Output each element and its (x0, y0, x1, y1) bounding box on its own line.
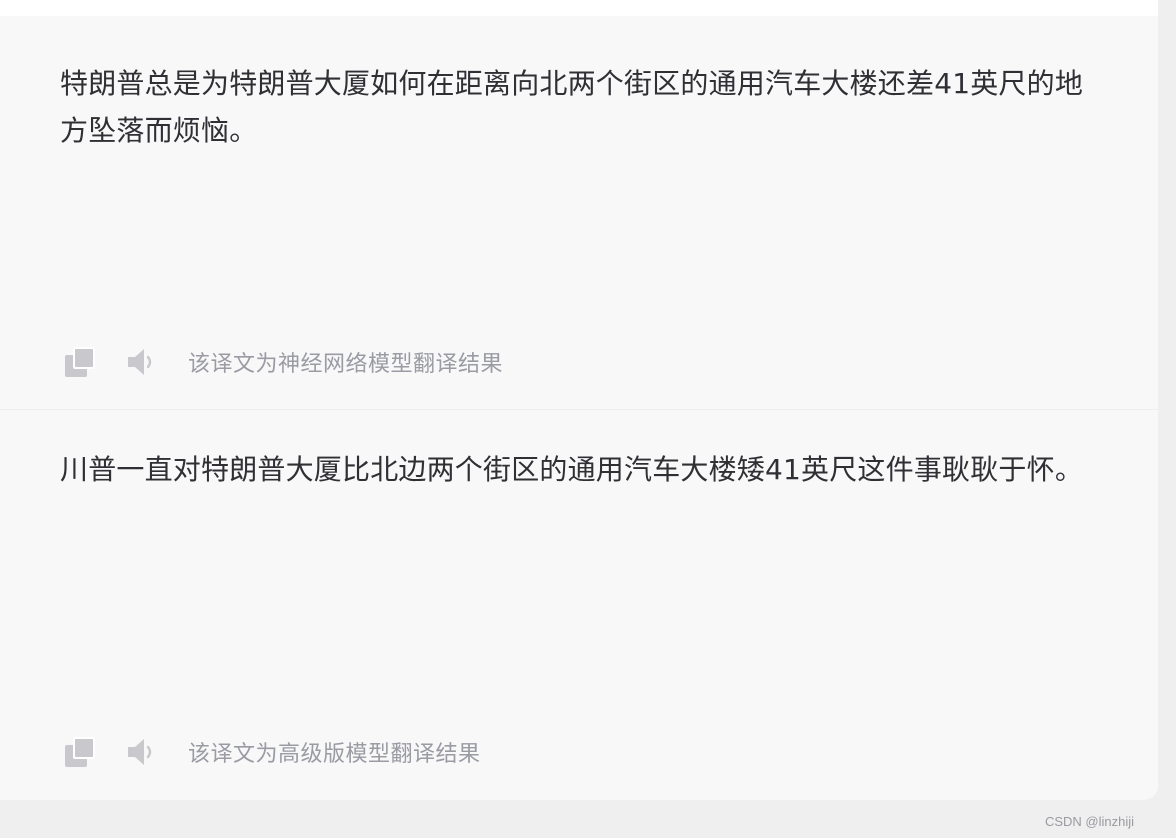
translation-text: 特朗普总是为特朗普大厦如何在距离向北两个街区的通用汽车大楼还差41英尺的地方坠落… (60, 67, 1084, 147)
speaker-icon (128, 349, 152, 375)
translation-toolbar: 该译文为高级版模型翻译结果 (60, 732, 481, 772)
play-audio-button[interactable] (122, 342, 162, 382)
copy-button[interactable] (60, 732, 100, 772)
top-strip (0, 0, 1158, 16)
translation-card-neural: 特朗普总是为特朗普大厦如何在距离向北两个街区的通用汽车大楼还差41英尺的地方坠落… (0, 16, 1158, 409)
copy-icon (65, 737, 95, 767)
translation-results-panel: 特朗普总是为特朗普大厦如何在距离向北两个街区的通用汽车大楼还差41英尺的地方坠落… (0, 16, 1158, 800)
speaker-icon (128, 739, 152, 765)
translation-card-advanced: 川普一直对特朗普大厦比北边两个街区的通用汽车大楼矮41英尺这件事耿耿于怀。 该译… (0, 410, 1158, 800)
translation-text: 川普一直对特朗普大厦比北边两个街区的通用汽车大楼矮41英尺这件事耿耿于怀。 (60, 453, 1084, 486)
watermark: CSDN @linzhiji (1044, 814, 1134, 829)
translation-toolbar: 该译文为神经网络模型翻译结果 (60, 342, 503, 382)
copy-icon (65, 347, 95, 377)
play-audio-button[interactable] (122, 732, 162, 772)
model-source-note: 该译文为高级版模型翻译结果 (188, 742, 481, 767)
copy-button[interactable] (60, 342, 100, 382)
model-source-note: 该译文为神经网络模型翻译结果 (188, 352, 504, 377)
